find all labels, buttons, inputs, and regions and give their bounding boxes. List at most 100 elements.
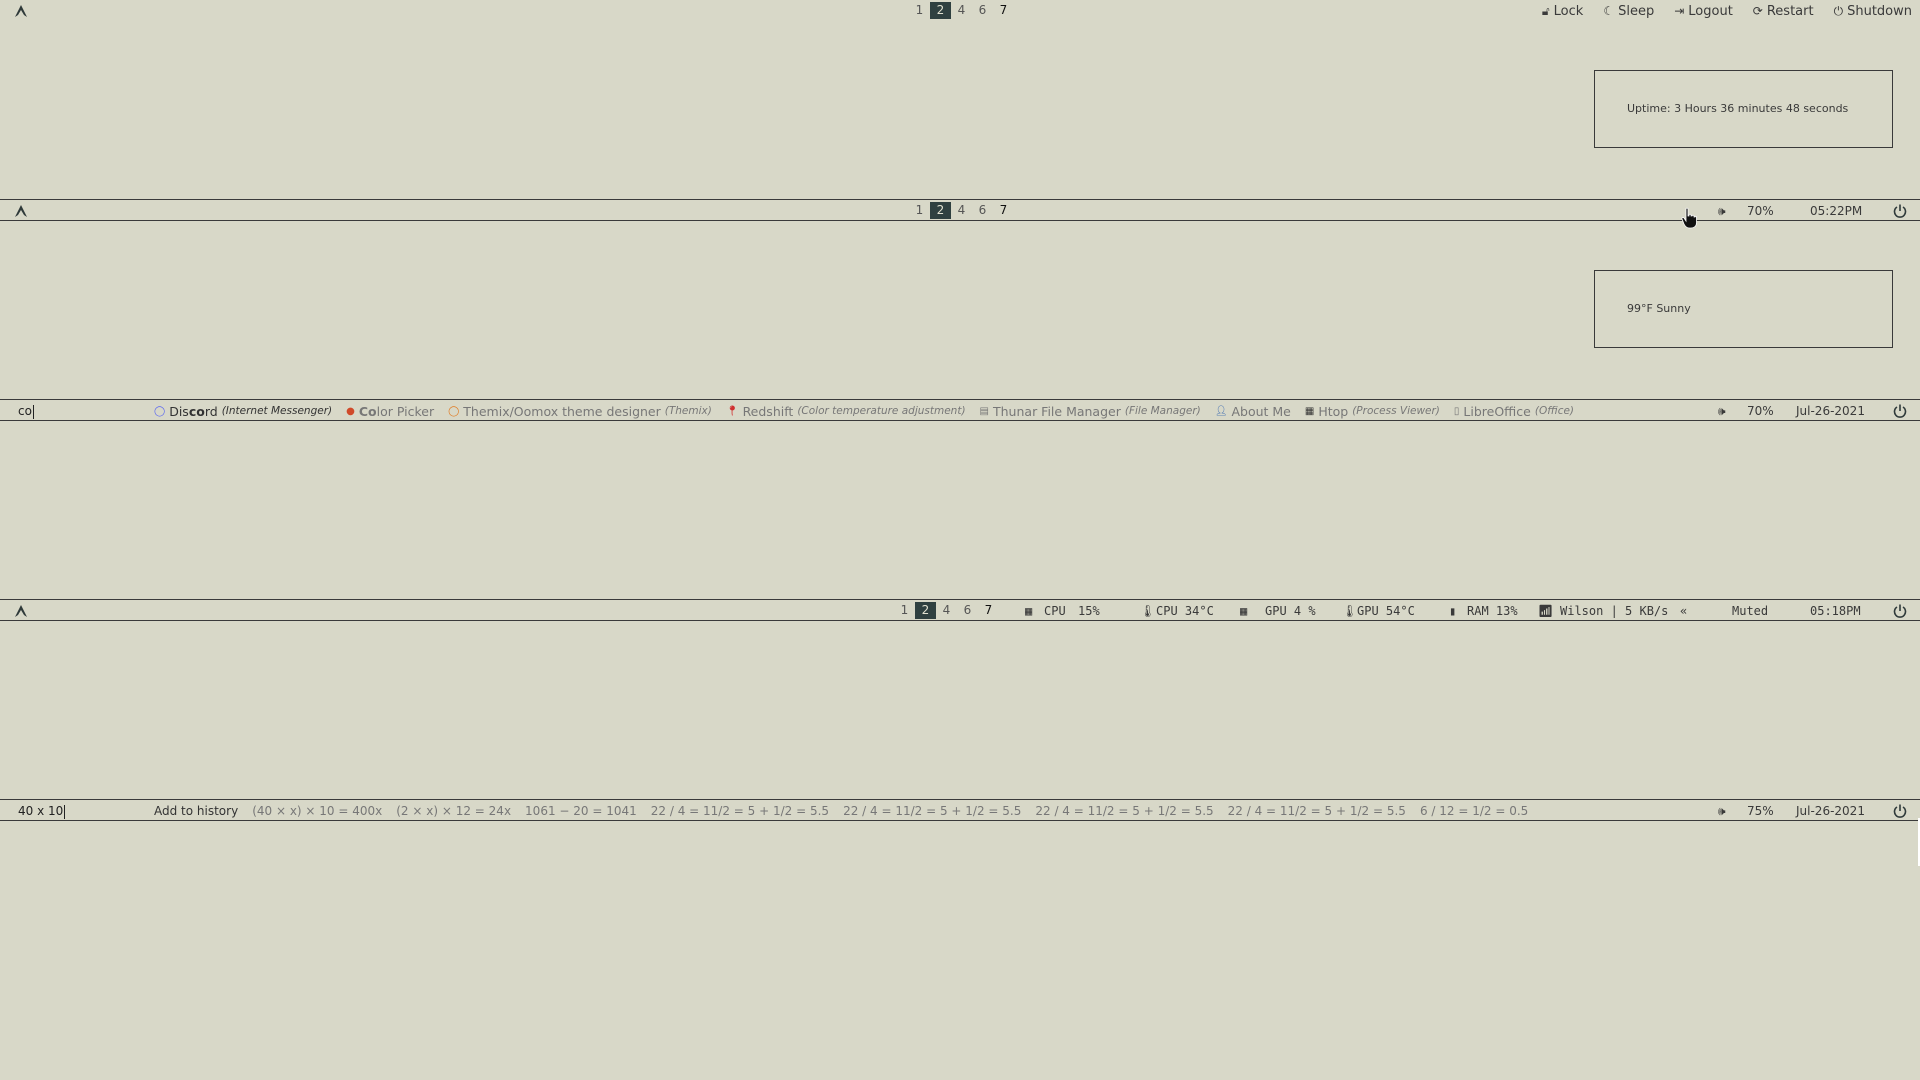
sleep-label: Sleep	[1618, 3, 1655, 19]
arch-logo-icon[interactable]	[13, 203, 29, 219]
restart-label: Restart	[1766, 3, 1814, 19]
volume-icon[interactable]: 🕪︎	[1718, 800, 1726, 822]
workspace-2[interactable]: 2	[930, 2, 951, 19]
gpu-temperature: GPU 54°C	[1357, 604, 1415, 618]
workspace-2[interactable]: 2	[915, 602, 936, 619]
restart-button[interactable]: ⟳ Restart	[1753, 4, 1814, 19]
result-libreoffice-label: LibreOffice	[1463, 403, 1531, 419]
result-redshift-desc: (Color temperature adjustment)	[797, 405, 966, 417]
calc-result[interactable]: 22 / 4 = 11/2 = 5 + 1/2 = 5.5	[1228, 804, 1406, 818]
ram-usage: RAM 13%	[1467, 604, 1518, 618]
power-icon[interactable]	[1892, 403, 1908, 419]
workspace-7[interactable]: 7	[978, 602, 999, 619]
arch-logo-icon[interactable]	[13, 603, 29, 619]
calc-result[interactable]: 22 / 4 = 11/2 = 5 + 1/2 = 5.5	[1035, 804, 1213, 818]
calc-result[interactable]: (2 × x) × 12 = 24x	[396, 804, 511, 818]
power-icon: ⏻	[1833, 3, 1844, 18]
result-redshift[interactable]: 📍︎ Redshift (Color temperature adjustmen…	[726, 404, 966, 419]
wifi-icon: 📶︎	[1538, 604, 1554, 618]
volume-level[interactable]: 70%	[1747, 200, 1774, 222]
workspace-4[interactable]: 4	[936, 602, 957, 619]
result-about-me[interactable]: 👤︎ About Me	[1215, 404, 1291, 419]
workspace-4[interactable]: 4	[951, 2, 972, 19]
calculator-input[interactable]: 40 x 10	[18, 800, 66, 822]
result-themix[interactable]: ◯ Themix/Oomox theme designer (Themix)	[448, 404, 712, 419]
workspace-1[interactable]: 1	[894, 602, 915, 619]
result-redshift-label: Redshift	[742, 403, 794, 419]
logout-button[interactable]: ⇥ Logout	[1674, 4, 1733, 19]
power-menu: 🔓︎ Lock ☾ Sleep ⇥ Logout ⟳ Restart ⏻ Shutdown	[1522, 0, 1912, 22]
workspace-7[interactable]: 7	[993, 2, 1014, 19]
cpu-usage: 15%	[1078, 604, 1100, 618]
top-bar-power-menu: 1 2 4 6 7 🔓︎ Lock ☾ Sleep ⇥ Logout ⟳ Restart…	[0, 0, 1920, 22]
workspace-6[interactable]: 6	[957, 602, 978, 619]
result-themix-desc: (Themix)	[664, 405, 712, 417]
result-htop-desc: (Process Viewer)	[1352, 405, 1440, 417]
calc-result[interactable]: (40 × x) × 10 = 400x	[252, 804, 382, 818]
lock-button[interactable]: 🔓︎ Lock	[1542, 4, 1583, 19]
launcher-bar-calculator: 40 x 10 Add to history (40 × x) × 10 = 4…	[0, 799, 1920, 821]
clock-date[interactable]: Jul-26-2021	[1796, 800, 1865, 822]
workspace-switcher: 1 2 4 6 7	[909, 2, 1014, 19]
volume-level[interactable]: 75%	[1747, 800, 1774, 822]
volume-status[interactable]: Muted	[1732, 600, 1768, 622]
shutdown-button[interactable]: ⏻ Shutdown	[1834, 4, 1912, 19]
workspace-7[interactable]: 7	[993, 202, 1014, 219]
power-icon[interactable]	[1892, 803, 1908, 819]
volume-level[interactable]: 70%	[1747, 400, 1774, 422]
thermometer-icon: 🌡︎	[1342, 604, 1358, 618]
lock-icon: 🔓︎	[1541, 3, 1550, 18]
collapse-tray-button[interactable]: «	[1680, 600, 1687, 622]
clock-date[interactable]: Jul-26-2021	[1796, 400, 1865, 422]
workspace-1[interactable]: 1	[909, 2, 930, 19]
htop-icon: ▦	[1304, 405, 1315, 417]
cpu-label: CPU	[1044, 604, 1066, 618]
weather-popup: 99°F Sunny	[1594, 270, 1893, 348]
restart-icon: ⟳	[1752, 4, 1763, 18]
result-thunar[interactable]: ▤ Thunar File Manager (File Manager)	[980, 404, 1201, 419]
workspace-4[interactable]: 4	[951, 202, 972, 219]
calc-result[interactable]: 1061 − 20 = 1041	[525, 804, 637, 818]
clock-time[interactable]: 05:22PM	[1810, 200, 1862, 222]
sleep-button[interactable]: ☾ Sleep	[1603, 4, 1654, 19]
arch-logo-icon[interactable]	[13, 3, 29, 19]
calc-result[interactable]: 6 / 12 = 1/2 = 0.5	[1420, 804, 1528, 818]
uptime-popup: Uptime: 3 Hours 36 minutes 48 seconds	[1594, 70, 1893, 148]
calc-result[interactable]: 22 / 4 = 11/2 = 5 + 1/2 = 5.5	[651, 804, 829, 818]
workspace-6[interactable]: 6	[972, 2, 993, 19]
text-caret	[64, 804, 66, 819]
result-htop-label: Htop	[1318, 403, 1349, 419]
result-about-me-label: About Me	[1231, 403, 1291, 419]
result-libreoffice-desc: (Office)	[1534, 405, 1575, 417]
add-to-history-button[interactable]: Add to history	[154, 804, 238, 818]
calc-result[interactable]: 22 / 4 = 11/2 = 5 + 1/2 = 5.5	[843, 804, 1021, 818]
launcher-results: ◯ Dis co rd (Internet Messenger) ● Co lor P…	[154, 400, 1588, 422]
redshift-icon: 📍︎	[725, 405, 739, 417]
calculator-results: Add to history (40 × x) × 10 = 400x (2 ×…	[154, 800, 1542, 822]
user-icon: 👤︎	[1214, 405, 1228, 417]
clock-time[interactable]: 05:18PM	[1810, 600, 1861, 622]
launcher-bar-apps: co ◯ Dis co rd (Internet Messenger) ● Co lo…	[0, 399, 1920, 421]
volume-icon[interactable]: 🕪︎	[1718, 200, 1726, 222]
text-caret	[32, 404, 34, 419]
result-discord[interactable]: ◯ Dis co rd (Internet Messenger)	[154, 404, 332, 419]
result-libreoffice[interactable]: ▯ LibreOffice (Office)	[1454, 404, 1574, 419]
power-icon[interactable]	[1892, 203, 1908, 219]
result-themix-label: Themix/Oomox theme designer	[463, 403, 661, 419]
color-picker-icon: ●	[346, 405, 355, 417]
result-htop[interactable]: ▦ Htop (Process Viewer)	[1305, 404, 1440, 419]
workspace-switcher: 1 2 4 6 7	[894, 602, 999, 619]
themix-icon: ◯	[448, 405, 460, 417]
workspace-1[interactable]: 1	[909, 202, 930, 219]
workspace-switcher: 1 2 4 6 7	[909, 202, 1014, 219]
shutdown-label: Shutdown	[1847, 3, 1912, 19]
launcher-search-input[interactable]: co	[18, 400, 34, 422]
workspace-6[interactable]: 6	[972, 202, 993, 219]
result-color-picker-label: lor Picker	[376, 403, 435, 419]
result-color-picker[interactable]: ● Co lor Picker	[346, 404, 434, 419]
result-discord-label-post: rd	[204, 403, 218, 419]
search-query-text: co	[18, 404, 32, 418]
workspace-2[interactable]: 2	[930, 202, 951, 219]
power-icon[interactable]	[1892, 603, 1908, 619]
volume-icon[interactable]: 🕪︎	[1718, 400, 1726, 422]
